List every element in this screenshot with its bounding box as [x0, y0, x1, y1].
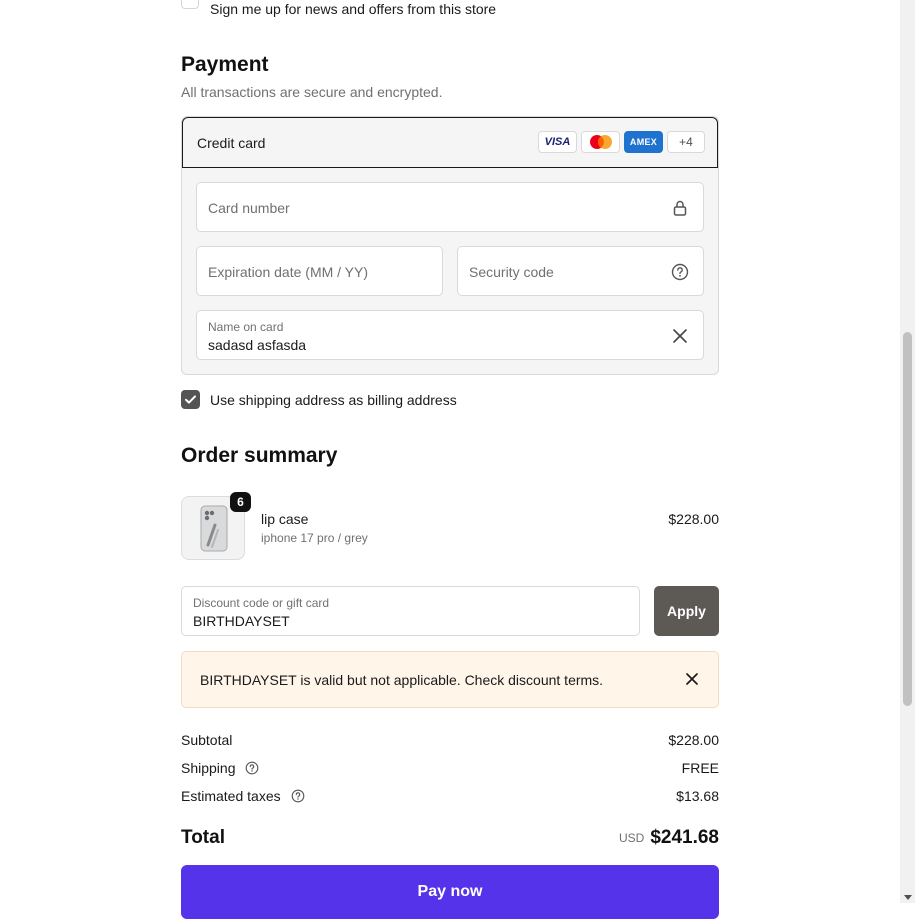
security-code-field[interactable]: Security code: [457, 246, 704, 296]
scrollbar-thumb[interactable]: [903, 332, 912, 706]
newsletter-row[interactable]: [181, 0, 199, 18]
total-label: Total: [181, 827, 225, 848]
scroll-down-arrow[interactable]: [904, 895, 912, 900]
visa-icon: VISA: [538, 131, 577, 153]
shipping-label: Shipping: [181, 760, 236, 776]
payment-box: Credit card VISA AMEX +4 Card number Exp…: [181, 116, 719, 375]
product-variant: iphone 17 pro / grey: [261, 531, 368, 545]
name-on-card-label: Name on card: [208, 320, 284, 334]
more-brands-badge: +4: [667, 131, 705, 153]
newsletter-checkbox[interactable]: [181, 0, 199, 9]
help-circle-icon[interactable]: [670, 262, 690, 282]
check-icon: [185, 395, 196, 404]
quantity-badge: 6: [230, 492, 251, 512]
help-circle-icon[interactable]: [245, 761, 259, 775]
product-price: $228.00: [668, 511, 719, 527]
credit-card-label: Credit card: [197, 135, 266, 151]
shipping-value: FREE: [681, 760, 719, 776]
amex-icon: AMEX: [624, 131, 663, 153]
help-circle-icon[interactable]: [291, 789, 305, 803]
name-on-card-field[interactable]: Name on card sadasd asfasda: [196, 310, 704, 360]
pay-now-button[interactable]: Pay now: [181, 865, 719, 919]
billing-address-label[interactable]: Use shipping address as billing address: [210, 392, 457, 408]
taxes-label-row: Estimated taxes: [181, 788, 305, 804]
close-icon[interactable]: [670, 326, 690, 346]
shipping-label-row: Shipping: [181, 760, 259, 776]
credit-card-option[interactable]: Credit card VISA AMEX +4: [182, 117, 718, 168]
subtotal-value: $228.00: [668, 732, 719, 748]
discount-notice: BIRTHDAYSET is valid but not applicable.…: [181, 651, 719, 708]
taxes-value: $13.68: [676, 788, 719, 804]
subtotal-label: Subtotal: [181, 732, 233, 748]
mastercard-icon: [581, 131, 620, 153]
discount-code-field[interactable]: Discount code or gift card BIRTHDAYSET: [181, 586, 640, 636]
apply-button[interactable]: Apply: [654, 586, 719, 636]
discount-code-value: BIRTHDAYSET: [193, 613, 290, 629]
product-name: lip case: [261, 511, 309, 527]
payment-subtitle: All transactions are secure and encrypte…: [181, 84, 443, 100]
expiration-placeholder: Expiration date (MM / YY): [208, 264, 369, 280]
payment-title: Payment: [181, 53, 269, 76]
billing-address-checkbox[interactable]: [181, 390, 200, 409]
close-icon[interactable]: [684, 671, 700, 687]
card-number-placeholder: Card number: [208, 200, 290, 216]
total-amount: USD $241.68: [619, 827, 719, 849]
card-number-field[interactable]: Card number: [196, 182, 704, 232]
discount-code-label: Discount code or gift card: [193, 596, 330, 610]
taxes-label: Estimated taxes: [181, 788, 281, 804]
total-currency: USD: [618, 831, 645, 845]
order-summary-title: Order summary: [181, 444, 338, 467]
lock-icon: [673, 200, 687, 216]
security-code-placeholder: Security code: [469, 264, 554, 280]
expiration-date-field[interactable]: Expiration date (MM / YY): [196, 246, 443, 296]
discount-notice-text: BIRTHDAYSET is valid but not applicable.…: [200, 672, 604, 688]
page-scrollbar[interactable]: [900, 0, 915, 903]
name-on-card-value: sadasd asfasda: [208, 337, 307, 353]
total-value: $241.68: [650, 827, 719, 848]
newsletter-label[interactable]: Sign me up for news and offers from this…: [210, 1, 496, 17]
